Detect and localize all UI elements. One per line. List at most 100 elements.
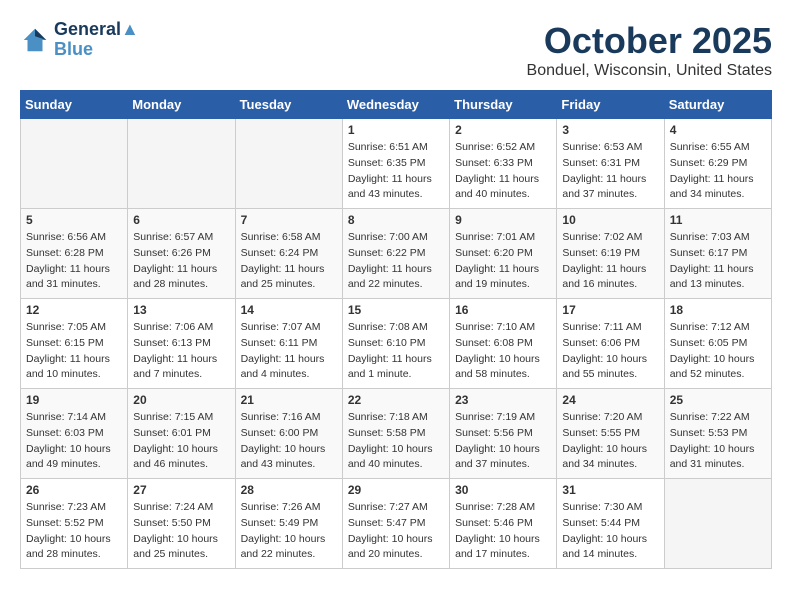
calendar-cell: 3 Sunrise: 6:53 AMSunset: 6:31 PMDayligh… <box>557 119 664 209</box>
day-info: Sunrise: 7:16 AMSunset: 6:00 PMDaylight:… <box>241 410 337 473</box>
calendar-week-3: 12 Sunrise: 7:05 AMSunset: 6:15 PMDaylig… <box>21 299 772 389</box>
calendar-cell: 19 Sunrise: 7:14 AMSunset: 6:03 PMDaylig… <box>21 389 128 479</box>
day-info: Sunrise: 6:52 AMSunset: 6:33 PMDaylight:… <box>455 140 551 203</box>
calendar-cell: 31 Sunrise: 7:30 AMSunset: 5:44 PMDaylig… <box>557 479 664 569</box>
calendar-cell: 17 Sunrise: 7:11 AMSunset: 6:06 PMDaylig… <box>557 299 664 389</box>
day-number: 21 <box>241 393 337 407</box>
day-info: Sunrise: 7:24 AMSunset: 5:50 PMDaylight:… <box>133 500 229 563</box>
day-number: 17 <box>562 303 658 317</box>
calendar-cell <box>664 479 771 569</box>
day-number: 10 <box>562 213 658 227</box>
day-number: 27 <box>133 483 229 497</box>
day-info: Sunrise: 7:23 AMSunset: 5:52 PMDaylight:… <box>26 500 122 563</box>
day-header-wednesday: Wednesday <box>342 91 449 119</box>
day-header-monday: Monday <box>128 91 235 119</box>
day-info: Sunrise: 6:51 AMSunset: 6:35 PMDaylight:… <box>348 140 444 203</box>
day-info: Sunrise: 7:00 AMSunset: 6:22 PMDaylight:… <box>348 230 444 293</box>
day-info: Sunrise: 6:55 AMSunset: 6:29 PMDaylight:… <box>670 140 766 203</box>
day-info: Sunrise: 6:53 AMSunset: 6:31 PMDaylight:… <box>562 140 658 203</box>
day-number: 29 <box>348 483 444 497</box>
location: Bonduel, Wisconsin, United States <box>527 62 772 80</box>
calendar-cell: 1 Sunrise: 6:51 AMSunset: 6:35 PMDayligh… <box>342 119 449 209</box>
calendar-cell: 24 Sunrise: 7:20 AMSunset: 5:55 PMDaylig… <box>557 389 664 479</box>
day-number: 22 <box>348 393 444 407</box>
calendar-cell: 27 Sunrise: 7:24 AMSunset: 5:50 PMDaylig… <box>128 479 235 569</box>
calendar-cell: 21 Sunrise: 7:16 AMSunset: 6:00 PMDaylig… <box>235 389 342 479</box>
day-info: Sunrise: 7:10 AMSunset: 6:08 PMDaylight:… <box>455 320 551 383</box>
calendar-cell: 23 Sunrise: 7:19 AMSunset: 5:56 PMDaylig… <box>450 389 557 479</box>
day-info: Sunrise: 7:05 AMSunset: 6:15 PMDaylight:… <box>26 320 122 383</box>
day-number: 11 <box>670 213 766 227</box>
day-info: Sunrise: 6:57 AMSunset: 6:26 PMDaylight:… <box>133 230 229 293</box>
calendar-cell: 22 Sunrise: 7:18 AMSunset: 5:58 PMDaylig… <box>342 389 449 479</box>
calendar-week-2: 5 Sunrise: 6:56 AMSunset: 6:28 PMDayligh… <box>21 209 772 299</box>
calendar-cell: 14 Sunrise: 7:07 AMSunset: 6:11 PMDaylig… <box>235 299 342 389</box>
calendar-cell: 2 Sunrise: 6:52 AMSunset: 6:33 PMDayligh… <box>450 119 557 209</box>
day-number: 18 <box>670 303 766 317</box>
day-info: Sunrise: 7:20 AMSunset: 5:55 PMDaylight:… <box>562 410 658 473</box>
day-info: Sunrise: 7:03 AMSunset: 6:17 PMDaylight:… <box>670 230 766 293</box>
calendar-cell: 7 Sunrise: 6:58 AMSunset: 6:24 PMDayligh… <box>235 209 342 299</box>
day-number: 7 <box>241 213 337 227</box>
day-info: Sunrise: 7:02 AMSunset: 6:19 PMDaylight:… <box>562 230 658 293</box>
day-info: Sunrise: 7:18 AMSunset: 5:58 PMDaylight:… <box>348 410 444 473</box>
day-number: 13 <box>133 303 229 317</box>
day-info: Sunrise: 7:28 AMSunset: 5:46 PMDaylight:… <box>455 500 551 563</box>
day-number: 30 <box>455 483 551 497</box>
day-number: 26 <box>26 483 122 497</box>
page-header: General▲ Blue October 2025 Bonduel, Wisc… <box>20 20 772 80</box>
calendar-week-5: 26 Sunrise: 7:23 AMSunset: 5:52 PMDaylig… <box>21 479 772 569</box>
logo: General▲ Blue <box>20 20 139 60</box>
calendar-cell: 16 Sunrise: 7:10 AMSunset: 6:08 PMDaylig… <box>450 299 557 389</box>
calendar-cell <box>235 119 342 209</box>
day-info: Sunrise: 7:12 AMSunset: 6:05 PMDaylight:… <box>670 320 766 383</box>
day-number: 25 <box>670 393 766 407</box>
calendar-cell: 4 Sunrise: 6:55 AMSunset: 6:29 PMDayligh… <box>664 119 771 209</box>
calendar-cell: 18 Sunrise: 7:12 AMSunset: 6:05 PMDaylig… <box>664 299 771 389</box>
day-number: 12 <box>26 303 122 317</box>
calendar-cell <box>21 119 128 209</box>
day-number: 20 <box>133 393 229 407</box>
day-info: Sunrise: 7:26 AMSunset: 5:49 PMDaylight:… <box>241 500 337 563</box>
day-number: 23 <box>455 393 551 407</box>
calendar-cell: 26 Sunrise: 7:23 AMSunset: 5:52 PMDaylig… <box>21 479 128 569</box>
calendar-cell: 5 Sunrise: 6:56 AMSunset: 6:28 PMDayligh… <box>21 209 128 299</box>
day-info: Sunrise: 7:30 AMSunset: 5:44 PMDaylight:… <box>562 500 658 563</box>
day-info: Sunrise: 7:11 AMSunset: 6:06 PMDaylight:… <box>562 320 658 383</box>
calendar-cell: 10 Sunrise: 7:02 AMSunset: 6:19 PMDaylig… <box>557 209 664 299</box>
day-header-sunday: Sunday <box>21 91 128 119</box>
day-header-saturday: Saturday <box>664 91 771 119</box>
calendar-cell: 6 Sunrise: 6:57 AMSunset: 6:26 PMDayligh… <box>128 209 235 299</box>
day-number: 4 <box>670 123 766 137</box>
calendar-cell: 28 Sunrise: 7:26 AMSunset: 5:49 PMDaylig… <box>235 479 342 569</box>
day-info: Sunrise: 7:15 AMSunset: 6:01 PMDaylight:… <box>133 410 229 473</box>
logo-icon <box>20 25 50 55</box>
day-number: 2 <box>455 123 551 137</box>
day-number: 6 <box>133 213 229 227</box>
day-info: Sunrise: 7:07 AMSunset: 6:11 PMDaylight:… <box>241 320 337 383</box>
day-info: Sunrise: 7:08 AMSunset: 6:10 PMDaylight:… <box>348 320 444 383</box>
calendar-cell: 8 Sunrise: 7:00 AMSunset: 6:22 PMDayligh… <box>342 209 449 299</box>
calendar-cell: 15 Sunrise: 7:08 AMSunset: 6:10 PMDaylig… <box>342 299 449 389</box>
day-info: Sunrise: 6:58 AMSunset: 6:24 PMDaylight:… <box>241 230 337 293</box>
day-header-friday: Friday <box>557 91 664 119</box>
day-number: 19 <box>26 393 122 407</box>
day-number: 8 <box>348 213 444 227</box>
day-number: 28 <box>241 483 337 497</box>
calendar-week-4: 19 Sunrise: 7:14 AMSunset: 6:03 PMDaylig… <box>21 389 772 479</box>
day-info: Sunrise: 7:14 AMSunset: 6:03 PMDaylight:… <box>26 410 122 473</box>
logo-text: General▲ Blue <box>54 20 139 60</box>
day-info: Sunrise: 7:27 AMSunset: 5:47 PMDaylight:… <box>348 500 444 563</box>
calendar-cell: 20 Sunrise: 7:15 AMSunset: 6:01 PMDaylig… <box>128 389 235 479</box>
calendar-cell: 9 Sunrise: 7:01 AMSunset: 6:20 PMDayligh… <box>450 209 557 299</box>
day-header-tuesday: Tuesday <box>235 91 342 119</box>
day-number: 16 <box>455 303 551 317</box>
day-number: 3 <box>562 123 658 137</box>
day-info: Sunrise: 6:56 AMSunset: 6:28 PMDaylight:… <box>26 230 122 293</box>
calendar-cell: 13 Sunrise: 7:06 AMSunset: 6:13 PMDaylig… <box>128 299 235 389</box>
month-title: October 2025 <box>527 20 772 62</box>
calendar-cell <box>128 119 235 209</box>
day-number: 5 <box>26 213 122 227</box>
day-number: 14 <box>241 303 337 317</box>
title-block: October 2025 Bonduel, Wisconsin, United … <box>527 20 772 80</box>
